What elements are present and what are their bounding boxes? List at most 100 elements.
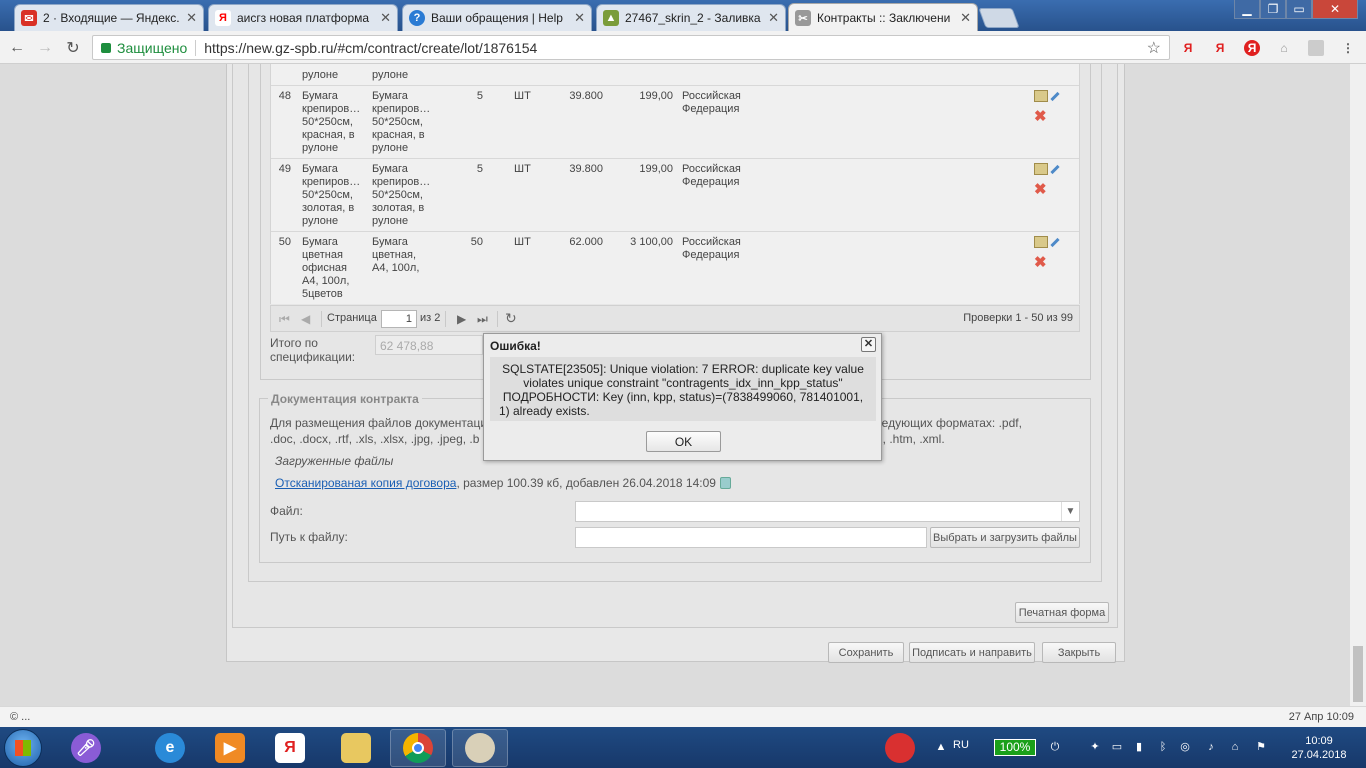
usb-device-icon[interactable]: ⌂ — [1228, 740, 1242, 754]
divider — [195, 39, 197, 56]
menu-icon[interactable]: ⋮ — [1340, 40, 1356, 56]
table-row[interactable]: 50 Бумага цветная офисная А4, 100л, 5цве… — [271, 232, 1079, 304]
path-input[interactable] — [575, 527, 927, 548]
close-tab-icon[interactable]: ✕ — [960, 10, 971, 26]
ok-button[interactable]: OK — [646, 431, 721, 452]
trash-icon[interactable] — [719, 477, 731, 489]
paint-palette-icon — [465, 733, 495, 763]
document-icon[interactable] — [1034, 163, 1048, 175]
page-scrollbar[interactable] — [1350, 64, 1366, 706]
total-label: Итого по спецификации: — [270, 336, 356, 364]
minimize-button[interactable]: ▁ — [1234, 0, 1260, 19]
taskbar-app[interactable]: ▶ — [202, 729, 258, 767]
address-bar[interactable]: Защищено https://new.gz-spb.ru/#cm/contr… — [92, 35, 1170, 60]
last-page-icon[interactable]: ⏭ — [477, 312, 488, 327]
cell-unit: ШТ — [514, 90, 531, 102]
monitor-icon[interactable]: ▭ — [1110, 740, 1124, 754]
document-icon[interactable] — [1034, 236, 1048, 248]
yandex-extension-icon[interactable]: Я — [1244, 40, 1260, 56]
file-link[interactable]: Отсканированая копия договора — [275, 476, 456, 490]
yandex-extension-icon[interactable]: Я — [1212, 40, 1228, 56]
uploaded-file: Отсканированая копия договора, размер 10… — [275, 476, 731, 490]
yandex-extension-icon[interactable]: Я — [1180, 40, 1196, 56]
battery-indicator[interactable]: 100% — [994, 739, 1036, 756]
delete-icon[interactable]: ✖ — [1034, 182, 1047, 197]
edit-pencil-icon[interactable] — [1050, 237, 1060, 248]
extension-icon[interactable] — [1308, 40, 1324, 56]
table-row[interactable]: 48 Бумага крепиров… 50*250см, красная, в… — [271, 86, 1079, 159]
taskbar-app-paint[interactable] — [452, 729, 508, 767]
reload-icon[interactable]: ↻ — [62, 37, 84, 59]
forward-arrow-icon[interactable]: → — [34, 37, 56, 59]
tab-contracts[interactable]: ✂ Контракты :: Заключени ✕ — [788, 3, 978, 32]
new-tab-button[interactable] — [978, 8, 1020, 28]
edit-pencil-icon[interactable] — [1050, 91, 1060, 102]
taskbar-app[interactable]: 🎤︎ — [58, 729, 114, 767]
volume-icon[interactable]: ♪ — [1204, 740, 1218, 754]
tab-aisgz[interactable]: Я аисгз новая платформа ✕ — [208, 4, 398, 31]
home-icon[interactable]: ⌂ — [1276, 40, 1292, 56]
url-text[interactable]: https://new.gz-spb.ru/#cm/contract/creat… — [204, 40, 537, 56]
messenger-icon[interactable]: ✦ — [1088, 740, 1102, 754]
network-signal-icon[interactable]: ▮ — [1132, 740, 1146, 754]
bluetooth-icon[interactable]: ᛒ — [1156, 740, 1170, 754]
dialog-title: Ошибка! — [490, 339, 541, 353]
tab-title: Ваши обращения | Help — [431, 11, 563, 25]
table-row[interactable]: 49 Бумага крепиров… 50*250см, золотая, в… — [271, 159, 1079, 232]
save-button[interactable]: Сохранить — [828, 642, 904, 663]
language-indicator[interactable]: RU — [953, 739, 969, 751]
action-center-icon[interactable]: ⚑ — [1254, 740, 1268, 754]
divider — [497, 311, 498, 327]
power-plug-icon[interactable]: ⏻ — [1048, 740, 1062, 754]
clock[interactable]: 10:09 27.04.2018 — [1282, 734, 1356, 762]
hint-left-2: .doc, .docx, .rtf, .xls, .xlsx, .jpg, .j… — [270, 432, 480, 446]
media-player-icon: ▶ — [215, 733, 245, 763]
back-arrow-icon[interactable]: ← — [6, 37, 28, 59]
page-number-input[interactable]: 1 — [381, 310, 417, 328]
close-tab-icon[interactable]: ✕ — [768, 10, 779, 26]
cell-qty: 5 — [476, 90, 483, 102]
table-row[interactable]: рулоне рулоне — [271, 64, 1079, 86]
tab-help[interactable]: ? Ваши обращения | Help ✕ — [402, 4, 592, 31]
refresh-icon[interactable]: ↻ — [505, 310, 517, 327]
tab-yandex-mail[interactable]: ✉ 2 · Входящие — Яндекс. ✕ — [14, 4, 204, 31]
print-form-button[interactable]: Печатная форма — [1015, 602, 1109, 623]
tab-screenshot[interactable]: ▲ 27467_skrin_2 - Заливка ✕ — [596, 4, 786, 31]
taskbar-app[interactable]: Я — [262, 729, 318, 767]
security-icon[interactable]: ◎ — [1178, 740, 1192, 754]
close-button[interactable]: Закрыть — [1042, 642, 1116, 663]
restore-button[interactable]: ▭ — [1286, 0, 1312, 19]
message-line: ПОДРОБНОСТИ: Key (inn, kpp, status)=(783… — [502, 390, 864, 404]
taskbar-app[interactable] — [872, 729, 928, 767]
close-tab-icon[interactable]: ✕ — [380, 10, 391, 26]
sign-and-send-button[interactable]: Подписать и направить — [909, 642, 1035, 663]
message-line: violates unique constraint "contragents_… — [523, 376, 843, 390]
upload-button[interactable]: Выбрать и загрузить файлы — [930, 527, 1080, 548]
cell-name2: рулоне — [372, 69, 409, 81]
edit-pencil-icon[interactable] — [1050, 164, 1060, 175]
prev-page-icon[interactable]: ◀ — [301, 312, 310, 326]
taskbar-app-chrome[interactable] — [390, 729, 446, 767]
document-icon[interactable] — [1034, 90, 1048, 102]
close-tab-icon[interactable]: ✕ — [186, 10, 197, 26]
dialog-close-icon[interactable]: ✕ — [861, 337, 876, 352]
first-page-icon[interactable]: ⏮ — [279, 312, 290, 327]
delete-icon[interactable]: ✖ — [1034, 109, 1047, 124]
maximize-button[interactable]: ❐ — [1260, 0, 1286, 19]
show-hidden-icons-icon[interactable]: ▲ — [934, 740, 948, 754]
taskbar-app[interactable]: e — [142, 729, 198, 767]
scrollbar-thumb[interactable] — [1353, 646, 1363, 702]
cell-name: Бумага цветная офисная А4, 100л, 5цветов — [302, 236, 350, 300]
cell-country: Российская Федерация — [682, 90, 741, 115]
cell-qty: 5 — [476, 163, 483, 175]
chevron-down-icon[interactable]: ▼ — [1061, 502, 1079, 521]
start-button[interactable] — [4, 729, 42, 767]
taskbar-app[interactable] — [328, 729, 384, 767]
delete-icon[interactable]: ✖ — [1034, 255, 1047, 270]
close-tab-icon[interactable]: ✕ — [574, 10, 585, 26]
bookmark-star-icon[interactable]: ☆ — [1147, 38, 1161, 58]
window-close-button[interactable]: ✕ — [1312, 0, 1358, 19]
file-select[interactable]: ▼ — [575, 501, 1080, 522]
next-page-icon[interactable]: ▶ — [457, 312, 466, 326]
antivirus-icon — [885, 733, 915, 763]
